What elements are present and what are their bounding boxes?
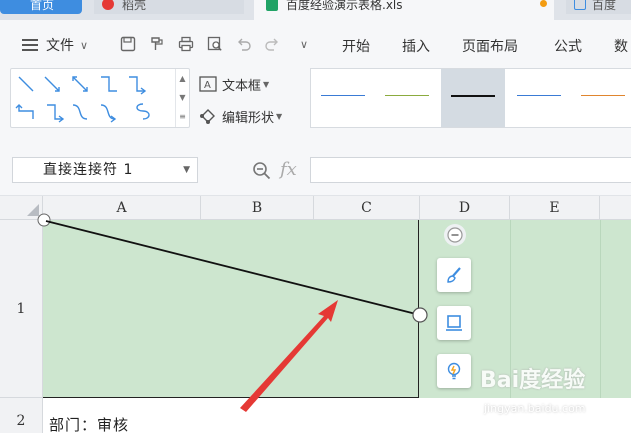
- watermark-url: jingyan.baidu.com: [484, 402, 586, 415]
- minus-circle-icon: [447, 227, 463, 243]
- shape-outline-button[interactable]: [437, 306, 471, 340]
- red-annotation-arrow: [240, 300, 338, 412]
- diagonal-connector-line[interactable]: [45, 220, 421, 316]
- shape-style-button[interactable]: [437, 258, 471, 292]
- paint-brush-icon: [447, 267, 461, 283]
- watermark-brand: Bai度经验: [480, 368, 586, 393]
- connector-end-handle[interactable]: [412, 307, 428, 323]
- connector-start-handle[interactable]: [37, 213, 51, 227]
- collapse-tools-button[interactable]: [444, 224, 466, 246]
- shape-outline-icon: [446, 315, 462, 331]
- baidu-jingyan-watermark: Bai度经验 jingyan.baidu.com: [480, 362, 630, 422]
- lightbulb-icon: [447, 362, 461, 380]
- shape-tips-button[interactable]: [437, 354, 471, 388]
